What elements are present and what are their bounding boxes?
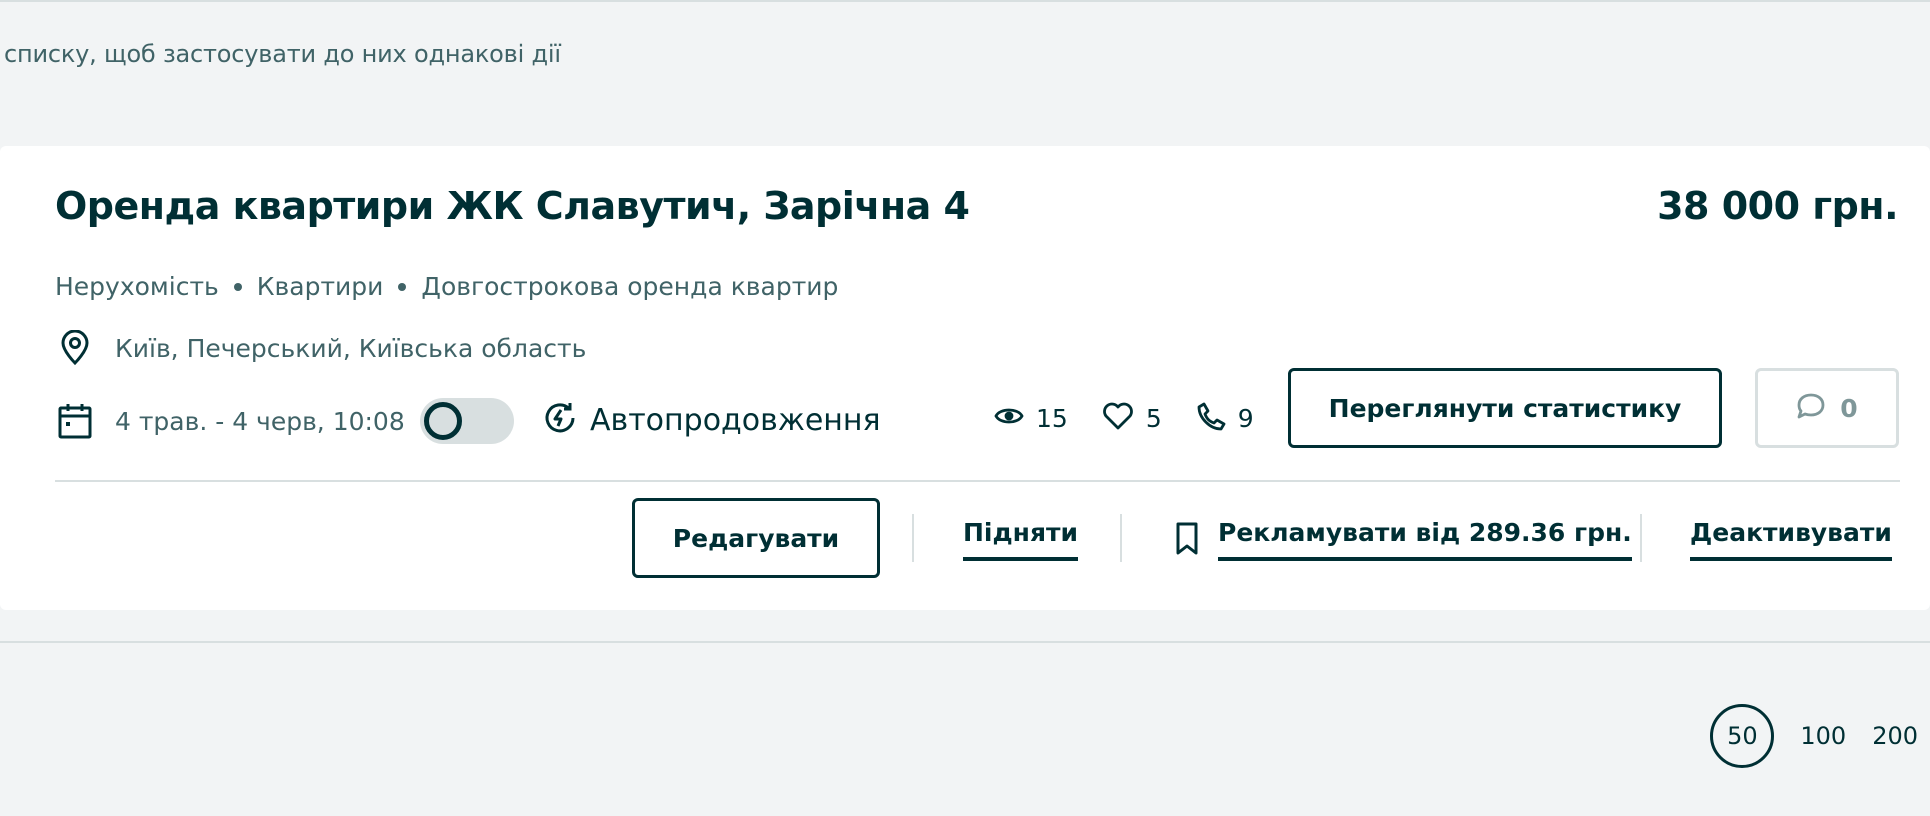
location-text: Київ, Печерський, Київська область <box>115 333 587 363</box>
listing-dates: 4 трав. - 4 черв, 10:08 <box>55 401 405 441</box>
views-stat: 15 <box>994 404 1068 433</box>
messages-count: 0 <box>1840 393 1858 423</box>
breadcrumb-separator <box>398 282 407 291</box>
edit-button[interactable]: Редагувати <box>632 498 880 578</box>
top-divider <box>0 0 1930 2</box>
autorenew-icon <box>542 400 578 440</box>
autorenew-toggle[interactable] <box>420 398 514 444</box>
raise-button[interactable]: Підняти <box>963 518 1079 561</box>
page-size-option-100[interactable]: 100 <box>1800 704 1846 768</box>
phone-icon <box>1196 401 1226 435</box>
calls-stat: 9 <box>1196 401 1254 435</box>
listing-stats: 15 5 9 <box>994 390 1288 446</box>
favorites-stat: 5 <box>1102 401 1162 435</box>
listing-title[interactable]: Оренда квартири ЖК Славутич, Зарічна 4 <box>55 184 970 228</box>
listing-card: Оренда квартири ЖК Славутич, Зарічна 4 3… <box>0 146 1930 610</box>
listing-location: Київ, Печерський, Київська область <box>55 328 586 368</box>
calls-count: 9 <box>1237 403 1254 433</box>
action-separator <box>1640 514 1642 562</box>
view-statistics-button[interactable]: Переглянути статистику <box>1288 368 1722 448</box>
page-size-selector: 50 100 200 <box>1710 704 1918 768</box>
listing-price: 38 000 грн. <box>1657 184 1898 228</box>
page-size-option-50[interactable]: 50 <box>1710 704 1775 768</box>
breadcrumb-separator <box>233 282 242 291</box>
card-divider <box>55 480 1900 482</box>
autorenew-label: Автопродовження <box>590 402 881 438</box>
promote-button[interactable]: Рекламувати від 289.36 грн. <box>1218 518 1632 561</box>
breadcrumb-item: Нерухомість <box>55 272 219 301</box>
breadcrumb-item: Довгострокова оренда квартир <box>421 272 839 301</box>
chat-bubble-icon <box>1796 392 1826 424</box>
autorenew-label-group: Автопродовження <box>542 400 881 440</box>
heart-icon <box>1102 401 1134 435</box>
calendar-icon <box>55 401 95 441</box>
messages-button[interactable]: 0 <box>1755 368 1899 448</box>
dates-text: 4 трав. - 4 черв, 10:08 <box>115 406 405 436</box>
views-count: 15 <box>1036 403 1068 433</box>
page-size-option-200[interactable]: 200 <box>1872 704 1918 768</box>
action-separator <box>1120 514 1122 562</box>
action-separator <box>912 514 914 562</box>
favorites-count: 5 <box>1145 403 1162 433</box>
bulk-actions-hint: списку, щоб застосувати до них однакові … <box>4 40 561 68</box>
eye-icon <box>994 405 1024 431</box>
breadcrumb-item: Квартири <box>256 272 384 301</box>
breadcrumb: Нерухомість Квартири Довгострокова оренд… <box>55 272 838 301</box>
toggle-knob <box>424 402 462 440</box>
deactivate-button[interactable]: Деактивувати <box>1690 518 1892 561</box>
bottom-divider <box>0 641 1930 643</box>
bookmark-icon <box>1172 521 1202 557</box>
location-pin-icon <box>55 328 95 368</box>
